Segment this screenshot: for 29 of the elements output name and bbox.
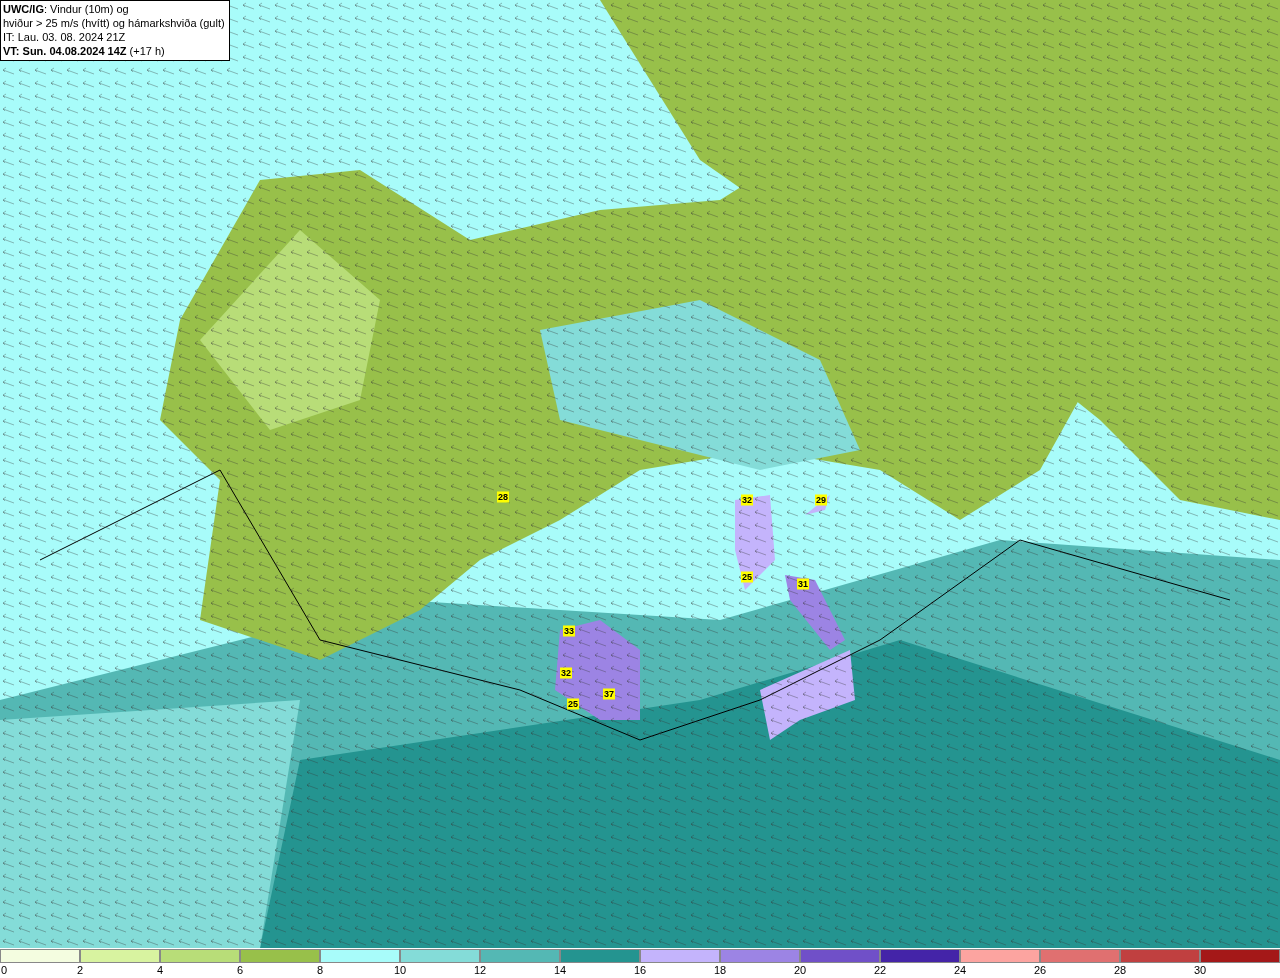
legend-tick-label: 24 <box>953 964 967 977</box>
legend-tick-label: 10 <box>393 964 407 977</box>
title-line: VT: Sun. 04.08.2024 14Z (+17 h) <box>3 44 166 58</box>
legend-tick-label: 6 <box>236 964 244 977</box>
legend-tick-label: 18 <box>713 964 727 977</box>
gust-value-label: 33 <box>563 625 575 637</box>
legend-tick-label: 22 <box>873 964 887 977</box>
gust-value-label: 37 <box>603 688 615 700</box>
legend-tick-label: 26 <box>1033 964 1047 977</box>
legend-tick-label: 20 <box>793 964 807 977</box>
legend-tick-label: 0 <box>1 964 8 977</box>
title-line: UWC/IG: Vindur (10m) og <box>3 2 130 16</box>
gust-value-label: 31 <box>797 578 809 590</box>
legend-tick-label: 8 <box>316 964 324 977</box>
gust-value-label: 32 <box>741 494 753 506</box>
gust-value-label: 32 <box>560 667 572 679</box>
legend-tick-label: 28 <box>1113 964 1127 977</box>
legend-tick-label: 4 <box>156 964 164 977</box>
legend-tick-label: 12 <box>473 964 487 977</box>
gust-value-label: 28 <box>497 491 509 503</box>
legend-tick-label: 30 <box>1193 964 1207 977</box>
title-line: hviður > 25 m/s (hvítt) og hámarkshviða (gult) <box>3 16 225 30</box>
legend-tick-label: 16 <box>633 964 647 977</box>
gust-value-label: 25 <box>741 571 753 583</box>
title-line: IT: Lau. 03. 08. 2024 21Z <box>3 30 127 44</box>
gust-value-label: 25 <box>567 698 579 710</box>
gust-value-label: 29 <box>815 494 827 506</box>
legend-tick-label: 14 <box>553 964 567 977</box>
legend-tick-label: 2 <box>76 964 84 977</box>
